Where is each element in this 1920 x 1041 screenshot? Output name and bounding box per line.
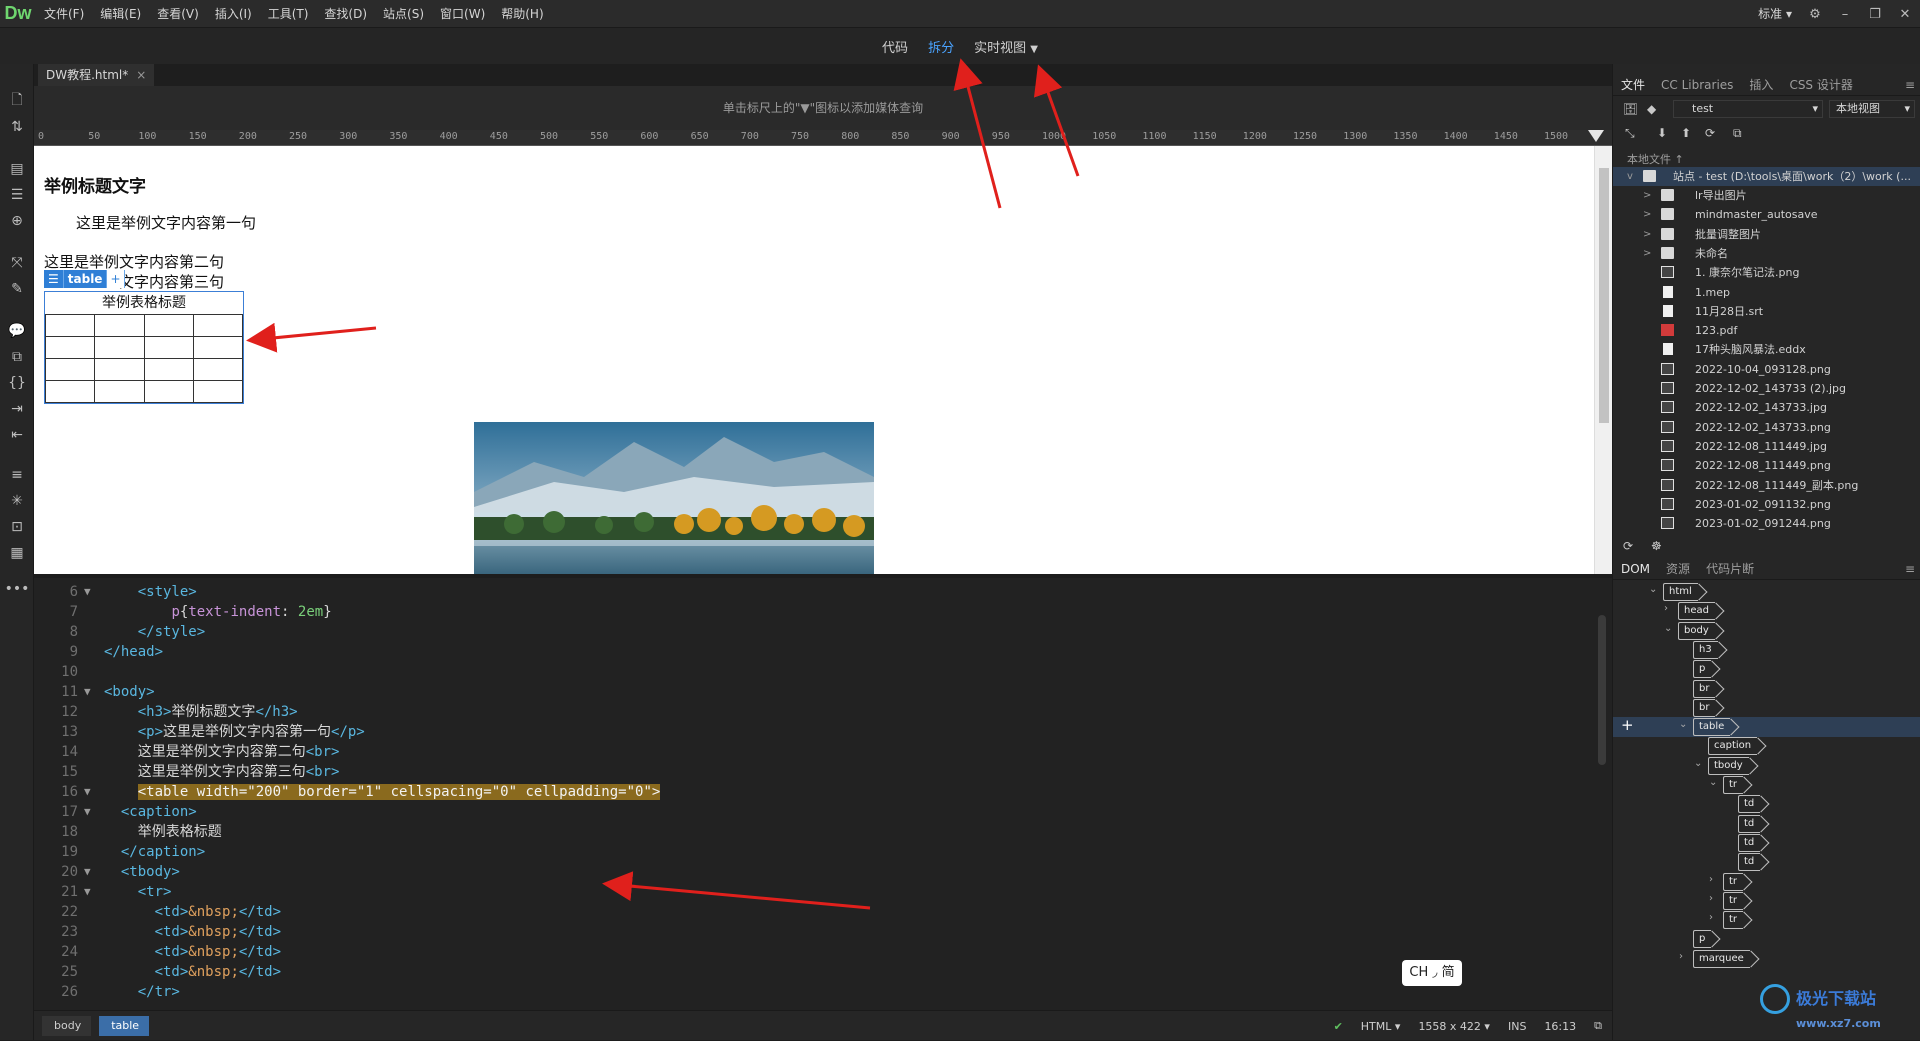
arrow-to-split (953, 58, 1002, 209)
annotation-arrows (246, 58, 1080, 910)
arrow-to-table (246, 322, 377, 353)
arrow-to-live (1033, 64, 1080, 177)
arrow-to-code (602, 871, 871, 910)
watermark-logo: 极光下载站 www.xz7.com (1760, 984, 1910, 1034)
watermark-icon (1760, 984, 1790, 1014)
